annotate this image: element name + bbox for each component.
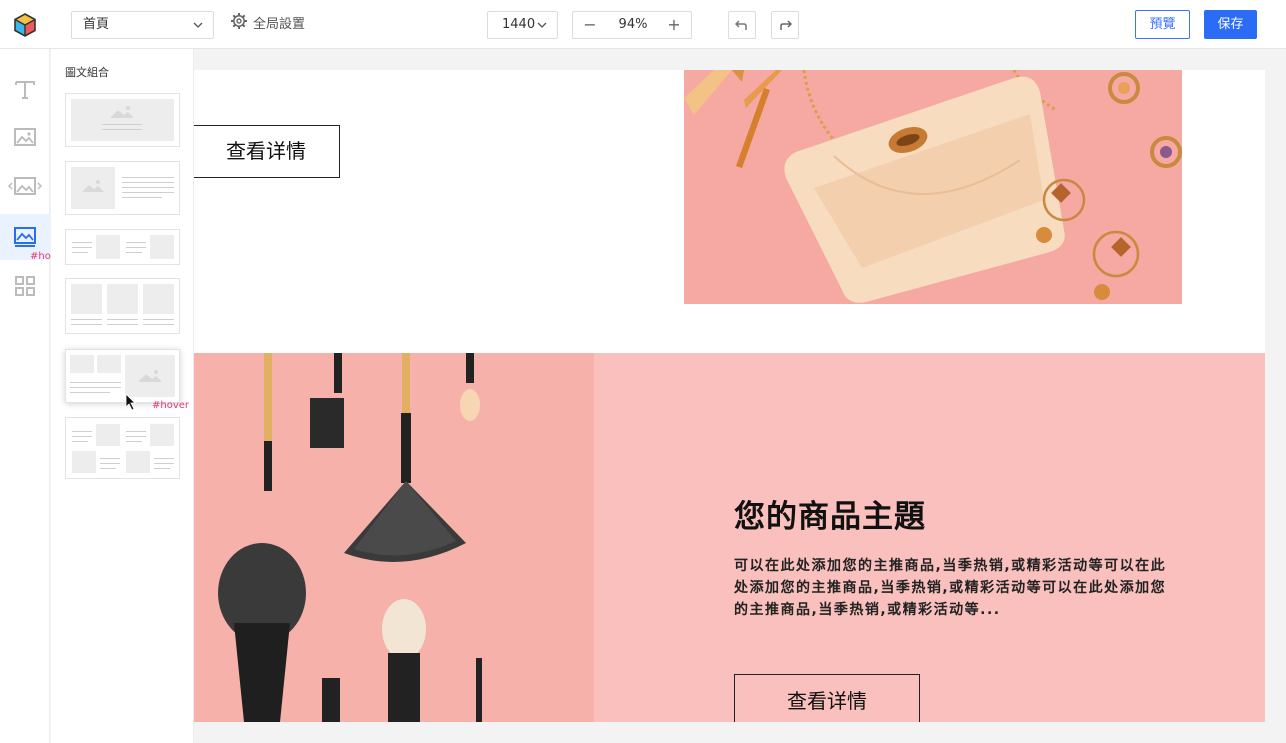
text-icon xyxy=(15,81,35,99)
redo-button[interactable] xyxy=(771,11,799,39)
zoom-out-button[interactable]: − xyxy=(573,12,607,38)
zoom-in-button[interactable]: + xyxy=(657,12,691,38)
product-photo-brushes[interactable] xyxy=(194,353,594,722)
chevron-down-icon xyxy=(537,12,547,48)
section-title[interactable]: 您的商品主題 xyxy=(734,491,926,536)
view-details-button[interactable]: 查看详情 xyxy=(734,674,920,722)
hover-annotation: #hover xyxy=(152,400,190,411)
content-section-1[interactable]: 查看详情 xyxy=(194,70,1265,353)
component-rail: #hover xyxy=(0,49,67,743)
gear-icon xyxy=(230,12,248,38)
rail-item-widgets[interactable] xyxy=(0,266,50,306)
template-image-left-text[interactable] xyxy=(65,161,180,215)
save-button[interactable]: 保存 xyxy=(1204,10,1257,39)
template-banner[interactable] xyxy=(65,93,180,147)
rail-item-text[interactable] xyxy=(0,69,50,109)
undo-button[interactable] xyxy=(728,11,756,39)
global-settings-button[interactable]: 全局設置 xyxy=(230,12,306,38)
section-description[interactable]: 可以在此处添加您的主推商品,当季热销,或精彩活动等可以在此处添加您的主推商品,当… xyxy=(734,555,1174,621)
carousel-icon xyxy=(8,177,42,195)
view-details-button[interactable]: 查看详情 xyxy=(194,125,340,178)
widgets-icon xyxy=(15,276,35,296)
template-alternating-grid[interactable] xyxy=(65,417,180,479)
zoom-level: 94% xyxy=(618,17,648,32)
product-photo-bag[interactable] xyxy=(684,70,1182,304)
rail-item-image[interactable] xyxy=(0,117,50,157)
page-select[interactable]: 首頁 xyxy=(71,11,214,39)
undo-icon xyxy=(735,20,747,30)
image-icon xyxy=(14,128,36,146)
top-toolbar: 首頁 全局設置 1440 − 94% + 預覽 保存 xyxy=(0,0,1286,49)
mouse-cursor-icon xyxy=(125,393,136,411)
panel-title: 圖文組合 xyxy=(65,66,109,79)
template-alternating-row[interactable] xyxy=(65,229,180,265)
global-settings-label: 全局設置 xyxy=(253,17,306,32)
chevron-down-icon xyxy=(193,12,203,48)
preview-button[interactable]: 預覽 xyxy=(1135,10,1190,39)
redo-icon xyxy=(780,20,792,30)
canvas-width-select[interactable]: 1440 xyxy=(487,11,558,39)
app-logo-icon[interactable] xyxy=(12,12,38,38)
content-section-2[interactable]: 您的商品主題 可以在此处添加您的主推商品,当季热销,或精彩活动等可以在此处添加您… xyxy=(194,353,1265,722)
template-three-column[interactable] xyxy=(65,278,180,334)
canvas-width-value: 1440 xyxy=(502,17,536,32)
image-text-icon xyxy=(14,227,36,247)
template-panel: 圖文組合 #hover xyxy=(51,49,194,743)
editor-canvas[interactable]: 查看详情 您的商品主題 可以在此处添加您的主推商品,当季热销,或精彩活动等可以在… xyxy=(194,70,1265,722)
template-grid-large-image[interactable] xyxy=(65,349,180,403)
rail-item-carousel[interactable] xyxy=(0,166,50,206)
zoom-control: − 94% + xyxy=(572,11,692,39)
page-select-value: 首頁 xyxy=(83,17,110,32)
